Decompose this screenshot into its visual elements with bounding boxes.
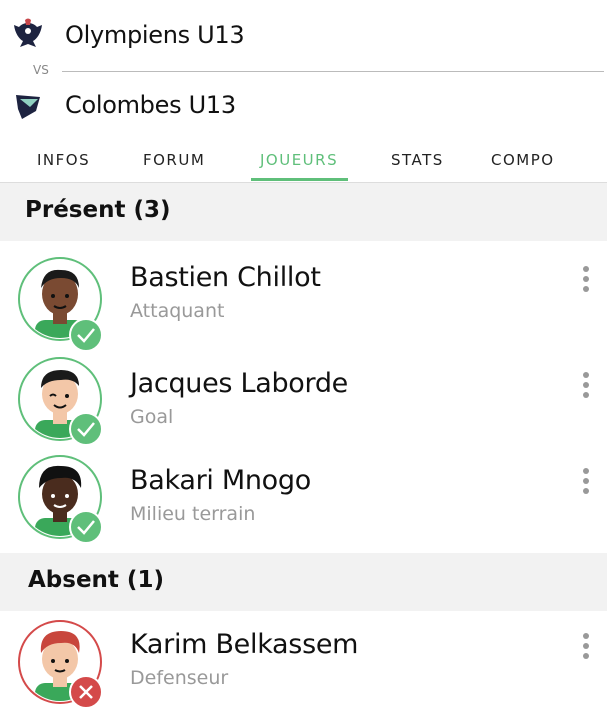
vs-label: VS (33, 63, 49, 77)
player-row[interactable]: Jacques Laborde Goal (0, 348, 607, 448)
player-name: Bastien Chillot (130, 262, 321, 293)
check-icon (69, 318, 103, 352)
section-header-absent: Absent (1) (0, 553, 607, 611)
player-row[interactable]: Bastien Chillot Attaquant (0, 248, 607, 352)
player-role: Milieu terrain (130, 503, 256, 525)
player-role: Defenseur (130, 667, 229, 689)
player-name: Bakari Mnogo (130, 465, 311, 496)
tab-joueurs[interactable]: JOUEURS (260, 151, 338, 169)
player-menu-button[interactable] (576, 266, 596, 300)
home-team-name: Olympiens U13 (65, 21, 245, 49)
player-menu-button[interactable] (576, 633, 596, 667)
more-vertical-icon (583, 266, 589, 272)
section-header-present: Présent (3) (0, 183, 607, 241)
cross-icon (69, 675, 103, 709)
more-vertical-icon (583, 633, 589, 639)
home-team-row: Olympiens U13 (0, 10, 607, 60)
away-team-row: Colombes U13 (0, 80, 607, 130)
player-name: Karim Belkassem (130, 629, 359, 660)
player-menu-button[interactable] (576, 372, 596, 406)
player-role: Attaquant (130, 300, 225, 322)
tab-forum[interactable]: FORUM (143, 151, 205, 169)
vs-divider (62, 71, 604, 72)
tab-stats[interactable]: STATS (391, 151, 444, 169)
dove-shield-icon (16, 95, 40, 119)
section-title-present: Présent (3) (25, 197, 171, 223)
more-vertical-icon (583, 468, 589, 474)
match-tabs: INFOS FORUM JOUEURS STATS COMPO (0, 138, 607, 183)
player-menu-button[interactable] (576, 468, 596, 502)
player-role: Goal (130, 406, 174, 428)
tab-compo[interactable]: COMPO (491, 151, 555, 169)
player-name: Jacques Laborde (130, 368, 348, 399)
more-vertical-icon (583, 372, 589, 378)
away-team-name: Colombes U13 (65, 91, 236, 119)
tab-infos[interactable]: INFOS (37, 151, 90, 169)
eagle-crest-icon (14, 18, 42, 47)
player-row[interactable]: Bakari Mnogo Milieu terrain (0, 448, 607, 548)
check-icon (69, 412, 103, 446)
section-title-absent: Absent (1) (28, 567, 164, 593)
check-icon (69, 510, 103, 544)
player-row[interactable]: Karim Belkassem Defenseur (0, 613, 607, 713)
active-tab-indicator (251, 178, 348, 181)
